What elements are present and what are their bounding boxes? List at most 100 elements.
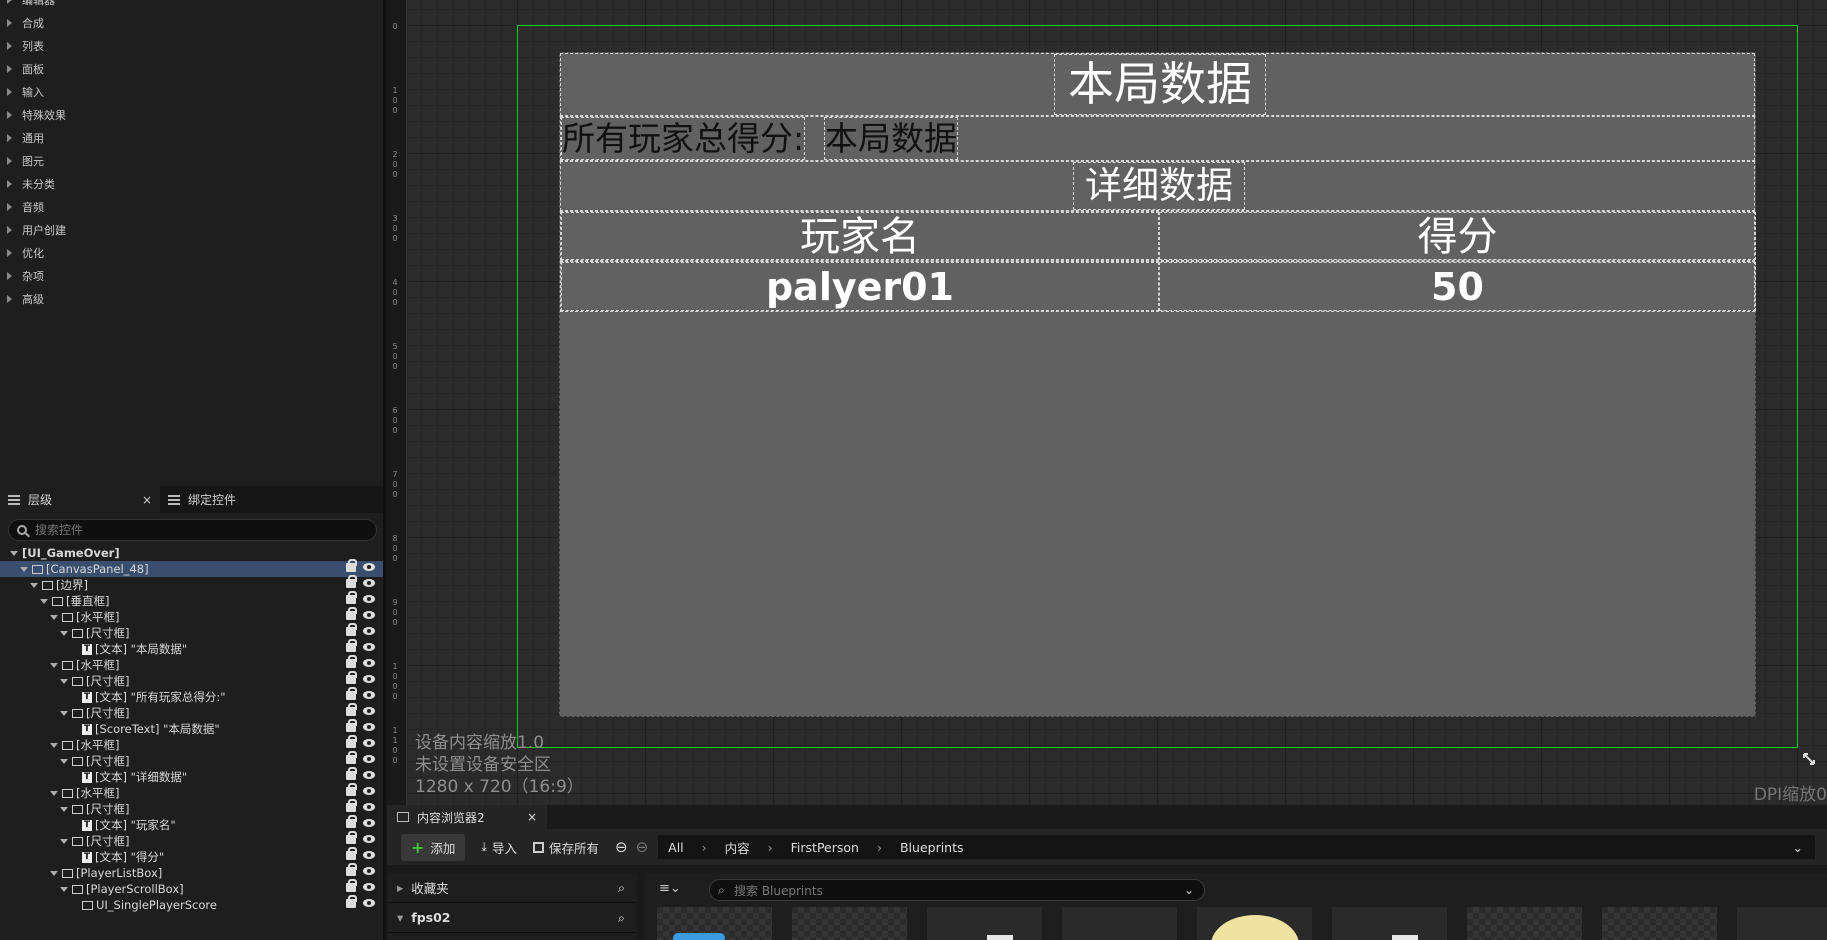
breadcrumb-blueprints[interactable]: Blueprints — [900, 840, 964, 855]
eye-icon[interactable] — [363, 739, 375, 747]
detail-row[interactable]: 详细数据 — [560, 161, 1755, 211]
asset-thumbnail[interactable] — [792, 907, 907, 940]
chevron-down-icon[interactable] — [60, 630, 68, 636]
palette-category[interactable]: 通用 — [0, 126, 383, 149]
hierarchy-search-input[interactable] — [35, 523, 355, 537]
chevron-down-icon[interactable] — [50, 662, 58, 668]
chevron-down-icon[interactable] — [60, 838, 68, 844]
lock-icon[interactable] — [346, 591, 357, 604]
back-button[interactable]: ⊖ — [615, 838, 628, 856]
lock-icon[interactable] — [346, 687, 357, 700]
hierarchy-row[interactable]: [尺寸框] — [0, 799, 383, 817]
player-name-cell[interactable]: palyer01 — [561, 262, 1159, 311]
chevron-down-icon[interactable] — [60, 678, 68, 684]
eye-icon[interactable] — [363, 707, 375, 715]
palette-category[interactable]: 未分类 — [0, 172, 383, 195]
total-score-label[interactable]: 所有玩家总得分: — [561, 117, 806, 160]
breadcrumb[interactable]: All › 内容 › FirstPerson › Blueprints ⌄ — [658, 835, 1815, 859]
eye-icon[interactable] — [363, 691, 375, 699]
palette-category[interactable]: 输入 — [0, 80, 383, 103]
detail-title-text[interactable]: 详细数据 — [1073, 162, 1245, 210]
save-all-button[interactable]: 保存所有 — [532, 838, 599, 857]
hierarchy-row[interactable]: [水平框] — [0, 655, 383, 673]
column-score-header[interactable]: 得分 — [1159, 212, 1756, 260]
eye-icon[interactable] — [363, 611, 375, 619]
header-row[interactable]: 玩家名 得分 — [560, 211, 1756, 261]
hierarchy-row[interactable]: UI_SinglePlayerScore — [0, 895, 383, 913]
eye-icon[interactable] — [363, 883, 375, 891]
title-text[interactable]: 本局数据 — [1054, 54, 1266, 115]
chevron-down-icon[interactable] — [50, 790, 58, 796]
chevron-down-icon[interactable]: ⌄ — [1184, 883, 1194, 897]
hierarchy-row[interactable]: T [ScoreText] "本局数据" — [0, 719, 383, 737]
breadcrumb-all[interactable]: All — [668, 840, 684, 855]
eye-icon[interactable] — [363, 595, 375, 603]
lock-icon[interactable] — [346, 831, 357, 844]
eye-icon[interactable] — [363, 563, 375, 571]
chevron-down-icon[interactable] — [60, 710, 68, 716]
asset-thumbnail[interactable] — [927, 907, 1042, 940]
palette-category[interactable]: 图元 — [0, 149, 383, 172]
hierarchy-row[interactable]: [UI_GameOver] — [0, 545, 383, 561]
total-score-row[interactable]: 所有玩家总得分: 本局数据 — [560, 116, 1755, 161]
import-button[interactable]: ⤓ 导入 — [481, 838, 517, 857]
eye-icon[interactable] — [363, 755, 375, 763]
game-over-widget[interactable]: 本局数据 所有玩家总得分: 本局数据 详细数据 玩家名 得分 palyer01 … — [559, 52, 1756, 717]
hierarchy-row[interactable]: [尺寸框] — [0, 751, 383, 769]
eye-icon[interactable] — [363, 579, 375, 587]
lock-icon[interactable] — [346, 863, 357, 876]
hierarchy-row[interactable]: [CanvasPanel_48] — [0, 559, 383, 577]
palette-category[interactable]: 音频 — [0, 195, 383, 218]
asset-thumbnail[interactable] — [657, 907, 772, 940]
filter-icon[interactable]: ≡⌄ — [659, 881, 681, 896]
lock-icon[interactable] — [346, 895, 357, 908]
tab-hierarchy[interactable]: 层级 × — [0, 486, 160, 513]
lock-icon[interactable] — [346, 719, 357, 732]
lock-icon[interactable] — [346, 655, 357, 668]
eye-icon[interactable] — [363, 867, 375, 875]
eye-icon[interactable] — [363, 819, 375, 827]
asset-thumbnail[interactable] — [1737, 907, 1827, 940]
column-name-header[interactable]: 玩家名 — [561, 212, 1159, 260]
close-icon[interactable]: × — [142, 493, 152, 507]
search-icon[interactable]: ⌕ — [618, 880, 625, 896]
hierarchy-row[interactable]: [边界] — [0, 575, 383, 593]
eye-icon[interactable] — [363, 771, 375, 779]
lock-icon[interactable] — [346, 639, 357, 652]
chevron-down-icon[interactable] — [60, 886, 68, 892]
hierarchy-row[interactable]: T [文本] "详细数据" — [0, 767, 383, 785]
lock-icon[interactable] — [346, 559, 357, 572]
tab-bind-widgets[interactable]: 绑定控件 — [160, 486, 244, 513]
lock-icon[interactable] — [346, 847, 357, 860]
palette-category[interactable]: 特殊效果 — [0, 103, 383, 126]
lock-icon[interactable] — [346, 703, 357, 716]
lock-icon[interactable] — [346, 623, 357, 636]
hierarchy-row[interactable]: T [文本] "得分" — [0, 847, 383, 865]
lock-icon[interactable] — [346, 735, 357, 748]
chevron-down-icon[interactable] — [60, 758, 68, 764]
hierarchy-row[interactable]: [水平框] — [0, 607, 383, 625]
palette-category[interactable]: 优化 — [0, 241, 383, 264]
hierarchy-row[interactable]: [尺寸框] — [0, 831, 383, 849]
chevron-down-icon[interactable] — [20, 566, 28, 572]
asset-thumbnail[interactable] — [1602, 907, 1717, 940]
asset-thumbnail[interactable] — [1467, 907, 1582, 940]
eye-icon[interactable] — [363, 675, 375, 683]
lock-icon[interactable] — [346, 751, 357, 764]
add-button[interactable]: + 添加 — [401, 833, 466, 861]
palette-category[interactable]: 用户创建 — [0, 218, 383, 241]
hierarchy-row[interactable]: [水平框] — [0, 735, 383, 753]
hierarchy-row[interactable]: [尺寸框] — [0, 671, 383, 689]
breadcrumb-content[interactable]: 内容 — [725, 838, 750, 857]
eye-icon[interactable] — [363, 835, 375, 843]
player-score-cell[interactable]: 50 — [1159, 262, 1756, 311]
lock-icon[interactable] — [346, 767, 357, 780]
chevron-down-icon[interactable] — [10, 550, 18, 556]
hierarchy-row[interactable]: [垂直框] — [0, 591, 383, 609]
eye-icon[interactable] — [363, 723, 375, 731]
search-icon[interactable]: ⌕ — [618, 910, 625, 926]
hierarchy-search[interactable] — [8, 519, 377, 541]
lock-icon[interactable] — [346, 815, 357, 828]
chevron-down-icon[interactable] — [50, 742, 58, 748]
eye-icon[interactable] — [363, 851, 375, 859]
